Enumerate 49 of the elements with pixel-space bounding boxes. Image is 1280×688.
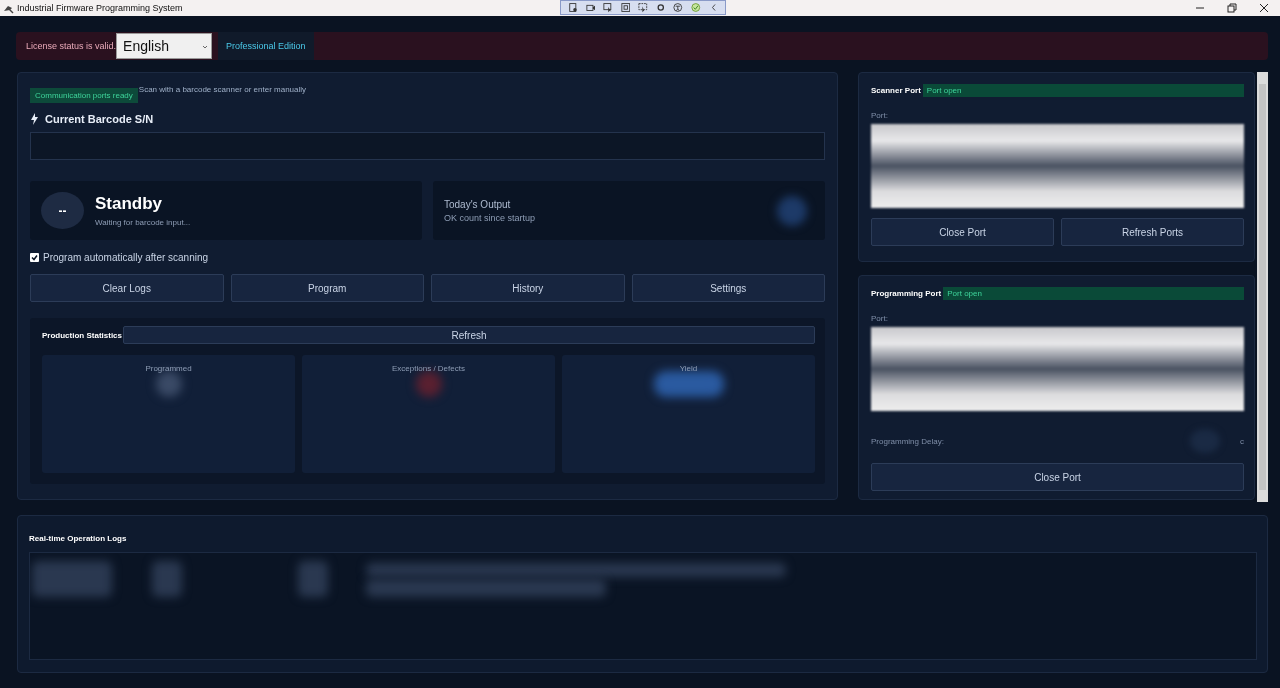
stat-label: Exceptions / Defects [392,364,465,373]
field-label: Port: [871,111,889,120]
status-banner: Port open [922,84,1244,97]
action-button[interactable]: Clear Logs [30,274,224,302]
output-subtitle: OK count since startup [444,212,536,223]
section-title: Real-time Operation Logs [29,534,128,543]
blurred-count [777,195,807,226]
barcode-input[interactable] [30,132,825,160]
video-icon[interactable] [585,2,596,13]
stat-label: Programmed [145,364,192,373]
action-button[interactable]: Settings [631,274,825,302]
output-title: Today's Output [444,198,512,210]
accessibility-icon[interactable] [673,2,683,13]
field-label: Port: [871,314,889,323]
language-dropdown[interactable]: English [116,33,213,59]
lightning-icon [30,113,39,125]
status-subtitle: Waiting for barcode input... [95,218,191,227]
port-dropdown[interactable] [871,124,1244,208]
square-icon[interactable] [620,2,631,13]
section-title: Current Barcode S/N [45,113,154,125]
scrollbar[interactable] [1257,72,1268,502]
section-title: Programming Port [871,289,942,298]
license-status: License status is valid. [26,41,117,51]
edition-badge: Professional Edition [218,32,314,60]
unit-label: c [1240,436,1244,446]
port-button[interactable]: Refresh Ports [1061,218,1244,246]
hint-text: Scan with a barcode scanner or enter manually [138,85,307,94]
section-title: Scanner Port [871,86,921,95]
port-button[interactable]: Close Port [871,463,1244,491]
port-dropdown[interactable] [871,327,1244,411]
status-title: Standby [95,194,164,214]
status-indicator: -- [41,192,84,229]
checkbox-label: Program automatically after scanning [43,252,209,263]
pointer-icon[interactable] [603,2,613,13]
status-badge: Communication ports ready [30,88,138,103]
action-button[interactable]: Program [230,274,424,302]
action-button[interactable]: History [431,274,625,302]
document-icon[interactable] [568,2,578,13]
refresh-button[interactable]: Refresh [123,326,815,344]
field-label: Programming Delay: [871,436,944,446]
section-title: Production Statistics [42,330,122,340]
select-icon[interactable] [638,2,648,13]
restore-icon[interactable] [1227,3,1237,13]
status-banner: Port open [943,287,1244,300]
window-title: Industrial Firmware Programming System [17,3,183,13]
caret-icon [202,45,209,49]
stat-label: Yield [679,364,698,373]
port-button[interactable]: Close Port [871,218,1054,246]
close-icon[interactable] [1259,3,1269,13]
